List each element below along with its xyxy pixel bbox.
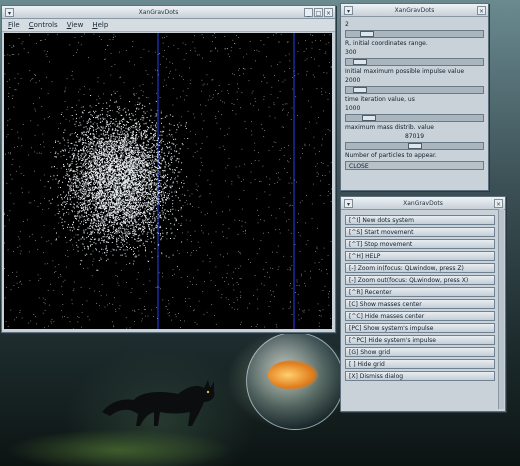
show-impulse-button[interactable]: [PC] Show system's impulse bbox=[345, 323, 495, 333]
window-menu-button[interactable]: ▾ bbox=[5, 7, 14, 17]
slider-thumb[interactable] bbox=[362, 115, 377, 121]
param-value-max-mass: 1000 bbox=[345, 105, 361, 112]
menu-view[interactable]: View bbox=[67, 21, 84, 29]
show-masses-center-button[interactable]: [C] Show masses center bbox=[345, 299, 495, 309]
hide-masses-center-button[interactable]: [^C] Hide masses center bbox=[345, 311, 495, 321]
param-label-particles: Number of particles to appear. bbox=[345, 152, 437, 159]
window-menu-button[interactable]: ▾ bbox=[344, 198, 353, 208]
zoom-in-button[interactable]: [-] Zoom in(focus: QLwindow, press Z) bbox=[345, 263, 495, 273]
controls-scrollbar[interactable] bbox=[498, 209, 504, 409]
main-window: ▾ XanGravDots _ □ × File Controls View H… bbox=[1, 5, 336, 333]
param-value-time-iteration: 2000 bbox=[345, 77, 361, 84]
maximize-button[interactable]: □ bbox=[314, 7, 323, 17]
params-window-titlebar[interactable]: ▾ XanGravDots × bbox=[341, 4, 488, 17]
stop-movement-button[interactable]: [^T] Stop movement bbox=[345, 239, 495, 249]
close-params-button[interactable]: CLOSE bbox=[345, 161, 484, 170]
slider-coord-range[interactable] bbox=[345, 30, 484, 38]
start-movement-button[interactable]: [^S] Start movement bbox=[345, 227, 495, 237]
slider-thumb[interactable] bbox=[407, 143, 422, 149]
slider-max-mass[interactable] bbox=[345, 114, 484, 122]
slider-time-iteration[interactable] bbox=[345, 86, 484, 94]
controls-window-titlebar[interactable]: ▾ XanGravDots × bbox=[341, 197, 505, 210]
main-window-title: XanGravDots bbox=[138, 8, 179, 16]
cat-silhouette bbox=[100, 372, 218, 428]
new-dots-system-button[interactable]: [^I] New dots system bbox=[345, 215, 495, 225]
main-window-titlebar[interactable]: ▾ XanGravDots _ □ × bbox=[2, 6, 335, 19]
param-label-max-impulse: Initial maximum possible impulse value bbox=[345, 68, 465, 75]
particle-cloud bbox=[4, 33, 332, 329]
param-value-particles: 87019 bbox=[404, 133, 425, 140]
slider-max-impulse[interactable] bbox=[345, 58, 484, 66]
param-label-max-mass: maximum mass distrib. value bbox=[345, 124, 434, 131]
simulation-canvas[interactable] bbox=[4, 33, 332, 329]
hide-grid-button[interactable]: [ ] Hide grid bbox=[345, 359, 495, 369]
slider-thumb[interactable] bbox=[352, 87, 367, 93]
param-label-time-iteration: time iteration value, us bbox=[345, 96, 415, 103]
particle-field bbox=[4, 33, 332, 329]
menubar: File Controls View Help bbox=[2, 19, 335, 32]
minimize-button[interactable]: _ bbox=[304, 7, 313, 17]
close-button[interactable]: × bbox=[324, 7, 333, 17]
zoom-out-button[interactable]: [-] Zoom out(focus: QLwindow, press X) bbox=[345, 275, 495, 285]
close-button[interactable]: × bbox=[494, 198, 503, 208]
menu-controls[interactable]: Controls bbox=[29, 21, 58, 29]
menu-file[interactable]: File bbox=[8, 21, 20, 29]
parameters-window: ▾ XanGravDots × 2 R, initial coordinates… bbox=[340, 3, 489, 191]
close-button[interactable]: × bbox=[477, 5, 486, 15]
menu-help[interactable]: Help bbox=[92, 21, 108, 29]
show-grid-button[interactable]: [G] Show grid bbox=[345, 347, 495, 357]
controls-window: ▾ XanGravDots × [^I] New dots system [^S… bbox=[340, 196, 506, 412]
param-value-max-impulse: 300 bbox=[345, 49, 357, 56]
goldfish-decoration bbox=[268, 360, 318, 390]
slider-thumb[interactable] bbox=[359, 31, 374, 37]
params-window-title: XanGravDots bbox=[394, 6, 435, 14]
dismiss-dialog-button[interactable]: [X] Dismiss dialog bbox=[345, 371, 495, 381]
slider-thumb[interactable] bbox=[352, 59, 367, 65]
recenter-button[interactable]: [^R] Recenter bbox=[345, 287, 495, 297]
controls-body: [^I] New dots system [^S] Start movement… bbox=[341, 210, 505, 386]
params-body: 2 R, initial coordinates range. 300 Init… bbox=[341, 17, 488, 173]
param-label-coord-range: R, initial coordinates range. bbox=[345, 40, 428, 47]
help-button[interactable]: [^H] HELP bbox=[345, 251, 495, 261]
controls-window-title: XanGravDots bbox=[403, 199, 443, 207]
hide-impulse-button[interactable]: [^PC] Hide system's impulse bbox=[345, 335, 495, 345]
param-value-coord-range: 2 bbox=[345, 21, 349, 28]
slider-particles[interactable] bbox=[345, 142, 484, 150]
window-menu-button[interactable]: ▾ bbox=[344, 5, 353, 15]
